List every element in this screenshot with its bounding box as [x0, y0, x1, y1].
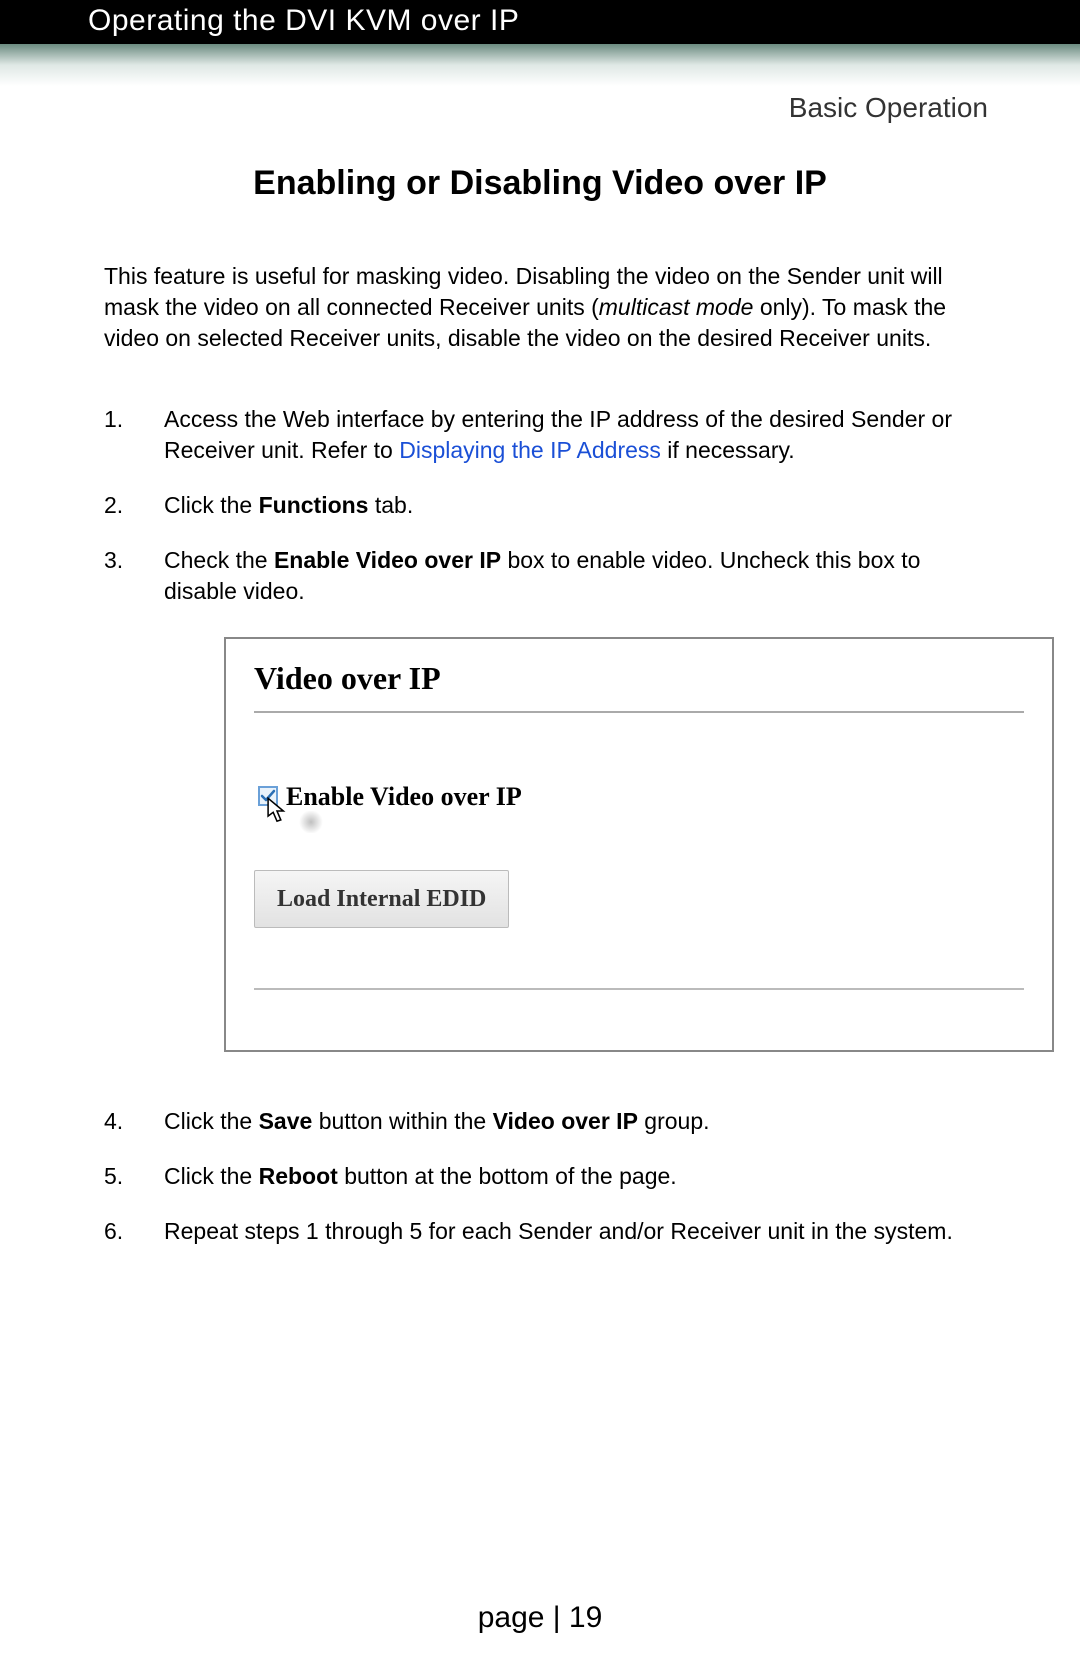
step-2-pre: Click the [164, 492, 259, 518]
breadcrumb: Basic Operation [0, 86, 1080, 142]
footer-page-number: 19 [569, 1601, 602, 1634]
mouse-cursor-icon [266, 797, 288, 833]
chapter-title-bar: Operating the DVI KVM over IP [0, 0, 1080, 44]
displaying-ip-address-link[interactable]: Displaying the IP Address [399, 437, 661, 463]
fieldset-legend: Video over IP [226, 639, 1052, 710]
step-4-bold1: Save [259, 1108, 313, 1134]
step-5-bold: Reboot [259, 1163, 338, 1189]
step-5: Click the Reboot button at the bottom of… [104, 1161, 988, 1192]
breadcrumb-text: Basic Operation [789, 92, 988, 123]
step-2-post: tab. [368, 492, 413, 518]
intro-italic: multicast mode [599, 294, 754, 320]
step-4-post: group. [638, 1108, 710, 1134]
step-3-bold: Enable Video over IP [274, 547, 501, 573]
step-6: Repeat steps 1 through 5 for each Sender… [104, 1216, 988, 1247]
decorative-gradient [0, 44, 1080, 86]
steps-list: Access the Web interface by entering the… [104, 404, 988, 1247]
video-over-ip-screenshot: Video over IP Enable Video over IP [224, 637, 1054, 1052]
step-3-pre: Check the [164, 547, 274, 573]
page-footer: page | 19 [0, 1601, 1080, 1635]
enable-video-row: Enable Video over IP [254, 779, 1024, 814]
enable-video-label: Enable Video over IP [286, 779, 522, 814]
step-2: Click the Functions tab. [104, 490, 988, 521]
page-title: Enabling or Disabling Video over IP [0, 164, 1080, 203]
intro-paragraph: This feature is useful for masking video… [104, 261, 988, 354]
step-4-bold2: Video over IP [493, 1108, 638, 1134]
chapter-title: Operating the DVI KVM over IP [88, 4, 519, 37]
step-5-post: button at the bottom of the page. [338, 1163, 677, 1189]
load-internal-edid-button[interactable]: Load Internal EDID [254, 870, 509, 928]
cursor-shadow [298, 811, 324, 833]
step-1-post: if necessary. [661, 437, 795, 463]
step-4: Click the Save button within the Video o… [104, 1106, 988, 1137]
step-1: Access the Web interface by entering the… [104, 404, 988, 466]
step-4-mid: button within the [312, 1108, 492, 1134]
step-3: Check the Enable Video over IP box to en… [104, 545, 988, 1052]
step-2-bold: Functions [259, 492, 369, 518]
step-5-pre: Click the [164, 1163, 259, 1189]
footer-label: page [478, 1601, 545, 1634]
step-6-text: Repeat steps 1 through 5 for each Sender… [164, 1218, 953, 1244]
step-4-pre: Click the [164, 1108, 259, 1134]
footer-sep: | [544, 1601, 568, 1634]
